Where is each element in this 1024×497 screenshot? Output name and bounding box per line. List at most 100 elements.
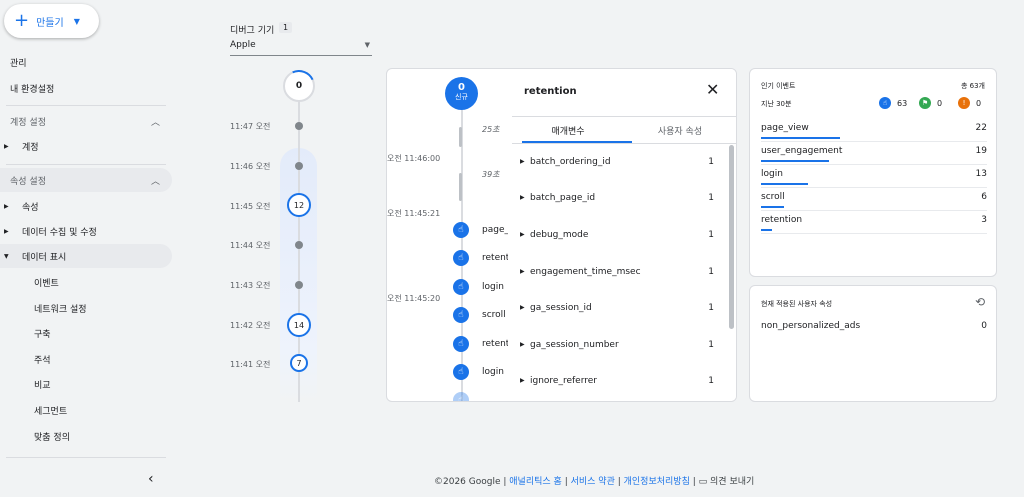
param-name: ga_session_number (530, 340, 619, 350)
property-settings-label: 속성 설정 (10, 176, 46, 187)
event-row[interactable]: ☝ login (453, 363, 508, 381)
param-row[interactable]: ▶ ga_session_number 1 (512, 336, 724, 356)
param-row[interactable]: ▶ ga_session_id 1 (512, 299, 724, 319)
event-name: retent (482, 253, 508, 263)
collapse-sidebar-icon[interactable]: ‹ (148, 471, 154, 487)
terms-link[interactable]: 서비스 약관 (571, 477, 615, 487)
expand-arrow-icon: ▶ (4, 227, 9, 235)
top-event-name: login (761, 169, 783, 179)
feedback-link[interactable]: ▭ 의견 보내기 (699, 477, 755, 487)
timeline-dot[interactable] (295, 241, 303, 249)
top-event-row[interactable]: page_view 22 (761, 119, 987, 142)
timeline-count-circle[interactable]: 7 (290, 354, 308, 372)
debug-device-select[interactable]: Apple ▼ (230, 38, 372, 56)
top-event-row[interactable]: scroll 6 (761, 188, 987, 211)
separator: | (614, 477, 624, 487)
scrollbar[interactable] (729, 145, 734, 329)
sidebar-sub-comparisons[interactable]: 비교 (0, 372, 172, 396)
user-property-value: 0 (981, 321, 987, 331)
sidebar-sub-custom-definitions[interactable]: 맞춤 정의 (0, 424, 172, 448)
gap-duration: 25초 (482, 125, 500, 134)
touch-icon: ☝ (453, 307, 469, 323)
user-property-row[interactable]: non_personalized_ads 0 (761, 317, 987, 340)
second-timestamp: 오전 11:45:21 (387, 209, 441, 218)
sidebar-item-account[interactable]: ▶ 계정 (0, 134, 172, 158)
sidebar-sub-events[interactable]: 이벤트 (0, 270, 172, 294)
param-row[interactable]: ▶ debug_mode 1 (512, 226, 724, 246)
top-event-row[interactable]: user_engagement 19 (761, 142, 987, 165)
top-event-value: 13 (975, 169, 987, 179)
create-button[interactable]: + 만들기 ▼ (4, 4, 99, 38)
timeline-dot[interactable] (295, 162, 303, 170)
second-timestamp: 오전 11:45:20 (387, 294, 441, 303)
conversion-count-stat[interactable]: ⚑ 0 (919, 97, 942, 109)
param-row[interactable]: ▶ engagement_time_msec 1 (512, 263, 724, 283)
event-row[interactable]: ☝ (453, 391, 469, 401)
collapse-arrow-icon: ▼ (4, 252, 9, 260)
error-count-value: 0 (976, 98, 982, 108)
top-event-bar (761, 160, 829, 162)
property-settings-header[interactable]: 속성 설정 ︿ (0, 168, 172, 192)
touch-icon: ☝ (453, 250, 469, 266)
event-row[interactable]: ☝ login (453, 278, 508, 296)
event-name: page_ (482, 225, 508, 235)
sidebar-sub-annotations[interactable]: 주석 (0, 347, 172, 371)
timeline-dot[interactable] (295, 281, 303, 289)
analytics-home-link[interactable]: 애널리틱스 홈 (509, 477, 562, 487)
param-value: 1 (708, 267, 714, 277)
sidebar-item-data-display[interactable]: ▼ 데이터 표시 (0, 244, 172, 268)
sidebar-preferences[interactable]: 내 환경설정 (0, 76, 172, 100)
divider (6, 457, 166, 458)
privacy-link[interactable]: 개인정보처리방침 (624, 477, 690, 487)
close-icon[interactable]: ✕ (706, 81, 719, 99)
timeline-dot[interactable] (295, 122, 303, 130)
param-value: 1 (708, 193, 714, 203)
event-count-stat[interactable]: ☝ 63 (879, 97, 907, 109)
tab-user-properties-label: 사용자 속성 (657, 127, 703, 137)
sidebar-sub-label: 맞춤 정의 (34, 432, 70, 443)
event-detail-panel: retention ✕ 매개변수 사용자 속성 ▶ batch_ordering_… (512, 69, 736, 401)
sidebar-sub-network[interactable]: 네트워크 설정 (0, 296, 172, 320)
param-row[interactable]: ▶ ignore_referrer 1 (512, 372, 724, 392)
top-event-bar (761, 229, 772, 231)
top-event-row[interactable]: retention 3 (761, 211, 987, 234)
sidebar-sub-label: 이벤트 (34, 278, 59, 289)
touch-icon: ☝ (453, 279, 469, 295)
top-event-row[interactable]: login 13 (761, 165, 987, 188)
event-count-value: 63 (897, 98, 908, 108)
touch-icon: ☝ (453, 336, 469, 352)
top-events-title: 인기 이벤트 (761, 82, 796, 90)
history-icon[interactable]: ⟲ (975, 295, 985, 309)
tab-indicator (522, 141, 632, 143)
param-name: batch_page_id (530, 193, 596, 203)
param-row[interactable]: ▶ batch_ordering_id 1 (512, 153, 724, 173)
event-name: scroll (482, 310, 506, 320)
event-name: retent (482, 339, 508, 349)
sidebar-admin[interactable]: 관리 (0, 50, 172, 74)
top-event-value: 6 (981, 192, 987, 202)
tab-user-properties[interactable]: 사용자 속성 (624, 117, 736, 144)
footer: ©2026 Google | 애널리틱스 홈 | 서비스 약관 | 개인정보처리… (434, 474, 754, 487)
tab-parameters[interactable]: 매개변수 (512, 117, 624, 144)
new-events-badge[interactable]: 0 신규 (445, 77, 478, 110)
event-row[interactable]: ☝ page_ (453, 221, 508, 239)
expand-arrow-icon: ▶ (520, 194, 525, 201)
minutes-timeline: 0 11:47 오전 11:46 오전 11:45 오전 12 11:44 오전… (213, 62, 355, 402)
sidebar-item-property-label: 속성 (22, 202, 39, 213)
timeline-count-circle[interactable]: 14 (287, 313, 311, 337)
event-row[interactable]: ☝ scroll (453, 306, 508, 324)
event-row[interactable]: ☝ retent (453, 335, 508, 353)
timeline-time: 11:43 오전 (230, 281, 271, 290)
param-row[interactable]: ▶ batch_page_id 1 (512, 189, 724, 209)
expand-arrow-icon: ▶ (520, 304, 525, 311)
sidebar-item-data-display-label: 데이터 표시 (22, 252, 67, 263)
account-settings-header[interactable]: 계정 설정 ︿ (0, 109, 172, 133)
top-event-name: page_view (761, 123, 809, 133)
sidebar-item-property[interactable]: ▶ 속성 (0, 194, 172, 218)
timeline-count-circle[interactable]: 12 (287, 193, 311, 217)
error-count-stat[interactable]: ! 0 (958, 97, 981, 109)
sidebar-sub-build[interactable]: 구축 (0, 321, 172, 345)
sidebar-sub-segments[interactable]: 세그먼트 (0, 398, 172, 422)
event-row[interactable]: ☝ retent (453, 249, 508, 267)
sidebar-item-data-collection[interactable]: ▶ 데이터 수집 및 수정 (0, 219, 172, 243)
